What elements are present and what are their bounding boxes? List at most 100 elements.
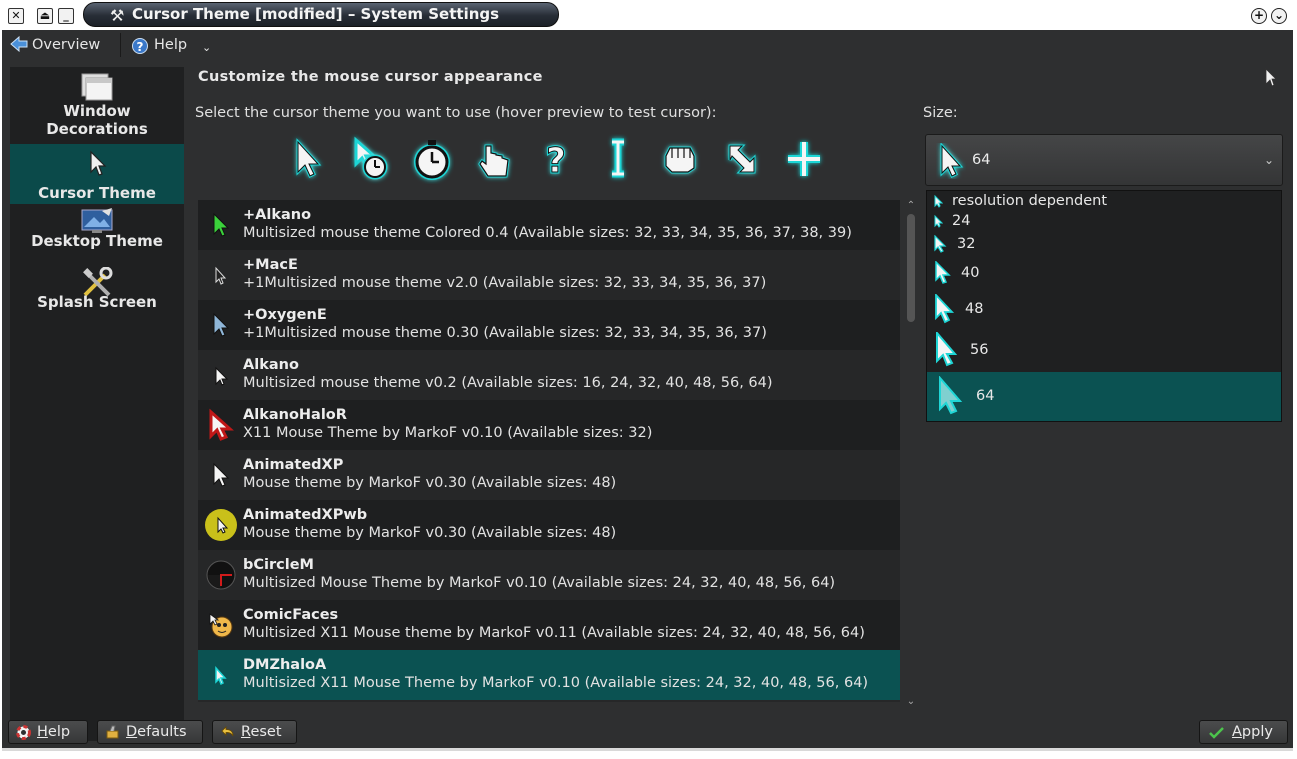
theme-name: DMZhaloA (243, 657, 327, 673)
maximize-button[interactable]: + (1251, 8, 1267, 24)
list-item[interactable]: +MacE +1Multisized mouse theme v2.0 (Ava… (198, 250, 900, 300)
scroll-up-icon[interactable]: ⌃ (904, 200, 918, 212)
sidebar-item-label: Cursor Theme (38, 184, 156, 202)
sidebar-item-desktop-theme[interactable]: Desktop Theme (10, 204, 184, 264)
theme-name: +MacE (243, 257, 298, 273)
apply-button[interactable]: Apply (1199, 720, 1288, 744)
apply-button-label: pply (1241, 724, 1273, 740)
cursor-arrow-icon (1265, 68, 1277, 87)
size-option-label: resolution dependent (952, 193, 1108, 209)
comic-face-cursor-icon (209, 613, 233, 638)
resize-diagonal-cursor-icon (728, 144, 756, 174)
help-icon: ? (132, 38, 148, 54)
undo-arrow-icon (221, 726, 234, 737)
page-title: Customize the mouse cursor appearance (198, 69, 543, 85)
help-cursor-icon: ? ? (545, 140, 568, 183)
crosshair-cursor-icon (788, 142, 820, 176)
size-option[interactable]: 24 (927, 211, 1281, 231)
cursor-size-icon (940, 143, 964, 179)
sidebar: Window Decorations Cursor Theme Desktop … (10, 67, 184, 741)
toolbar: Overview ? Help ⌄ (2, 30, 1293, 60)
theme-name: +Alkano (243, 207, 312, 223)
size-dropdown-list[interactable]: resolution dependent 24 32 40 48 56 64 (926, 190, 1282, 422)
list-item[interactable]: AnimatedXP Mouse theme by MarkoF v0.30 (… (198, 450, 900, 500)
theme-description: +1Multisized mouse theme 0.30 (Available… (243, 325, 767, 341)
list-item[interactable]: bCircleM Multisized Mouse Theme by Marko… (198, 550, 900, 600)
cursor-size-icon (934, 195, 943, 208)
size-option[interactable]: 48 (927, 291, 1281, 329)
close-window-button[interactable]: ✕ (8, 8, 24, 24)
cursor-size-icon (934, 235, 947, 253)
list-item[interactable]: ComicFaces Multisized X11 Mouse theme by… (198, 600, 900, 650)
help-button-mnemonic: H (37, 724, 48, 740)
size-option-label: 32 (957, 236, 976, 252)
cursor-size-icon (935, 261, 951, 284)
theme-name: ComicFaces (243, 607, 339, 623)
help-button[interactable]: Help (8, 720, 88, 744)
theme-description: Multisized X11 Mouse theme by MarkoF v0.… (243, 625, 865, 641)
size-option-selected[interactable]: 64 (927, 372, 1281, 421)
list-item[interactable]: AlkanoHaloR X11 Mouse Theme by MarkoF v0… (198, 400, 900, 450)
size-option[interactable]: 56 (927, 329, 1281, 372)
white-cursor-icon (213, 462, 230, 487)
desktop-theme-icon (81, 208, 113, 233)
theme-description: Multisized Mouse Theme by MarkoF v0.10 (… (243, 575, 836, 591)
list-item-selected[interactable]: DMZhaloA Multisized X11 Mouse Theme by M… (198, 650, 900, 700)
cursor-size-icon (939, 376, 963, 415)
keep-above-button[interactable]: ⏏ (37, 8, 53, 24)
size-combobox[interactable]: 64 ⌄ (925, 134, 1283, 186)
defaults-button-label: efaults (137, 724, 187, 740)
scroll-down-icon[interactable]: ⌄ (904, 696, 918, 708)
size-label: Size: (923, 105, 958, 121)
window-menu-button[interactable]: ⌄ (1271, 8, 1287, 24)
arrow-cursor-icon (296, 138, 322, 179)
size-option[interactable]: 32 (927, 231, 1281, 257)
black-cursor-icon (215, 266, 227, 285)
check-icon (1209, 727, 1224, 739)
defaults-button[interactable]: Defaults (97, 720, 203, 744)
window-title-pill[interactable]: ⚒ Cursor Theme [modified] – System Setti… (83, 2, 559, 27)
theme-description: Mouse theme by MarkoF v0.30 (Available s… (243, 525, 617, 541)
chevron-down-icon[interactable]: ⌄ (202, 38, 211, 58)
help-button-label: elp (47, 724, 71, 740)
reset-button[interactable]: Reset (212, 720, 297, 744)
yellow-circle-cursor-icon (205, 509, 237, 541)
window-title: Cursor Theme [modified] – System Setting… (132, 5, 500, 23)
reset-button-label: eset (250, 724, 282, 740)
toolbar-separator (120, 33, 121, 57)
sidebar-item-cursor-theme[interactable]: Cursor Theme (10, 144, 184, 204)
help-label: Help (154, 37, 188, 53)
wait-cursor-icon (414, 140, 450, 180)
window-decorations-icon (81, 73, 113, 101)
size-option[interactable]: resolution dependent (927, 191, 1281, 211)
list-item[interactable]: +OxygenE +1Multisized mouse theme 0.30 (… (198, 300, 900, 350)
sidebar-item-window-decorations[interactable]: Window Decorations (10, 67, 184, 142)
minimize-button[interactable]: _ (58, 8, 74, 24)
theme-name: bCircleM (243, 557, 314, 573)
overview-button[interactable]: Overview (10, 35, 100, 55)
size-option[interactable]: 40 (927, 257, 1281, 291)
sidebar-item-label: Window (63, 102, 131, 120)
list-item[interactable]: Alkano Multisized mouse theme v0.2 (Avai… (198, 350, 900, 400)
theme-list-scrollbar[interactable]: ⌃ ⌄ (904, 200, 918, 710)
blue-cursor-icon (213, 312, 230, 337)
theme-name: AnimatedXPwb (243, 507, 368, 523)
cursor-preview[interactable]: ? ? (282, 134, 842, 186)
help-menu-button[interactable]: ? Help (132, 35, 187, 55)
size-option-label: 40 (961, 265, 980, 281)
list-item[interactable]: +Alkano Multisized mouse theme Colored 0… (198, 200, 900, 250)
list-item[interactable]: AnimatedXPwb Mouse theme by MarkoF v0.30… (198, 500, 900, 550)
system-settings-icon: ⚒ (110, 6, 125, 25)
cursor-size-icon (936, 332, 958, 367)
defaults-button-mnemonic: D (126, 724, 138, 740)
white-cursor-icon (215, 366, 229, 386)
theme-description: Multisized X11 Mouse Theme by MarkoF v0.… (243, 675, 869, 691)
scrollbar-thumb[interactable] (907, 214, 915, 322)
size-value: 64 (972, 152, 991, 168)
text-cursor-icon (612, 138, 624, 178)
sidebar-item-splash-screen[interactable]: Splash Screen (10, 264, 184, 324)
theme-list[interactable]: +Alkano Multisized mouse theme Colored 0… (198, 200, 900, 702)
cursor-icon (90, 150, 107, 176)
apply-button-mnemonic: A (1232, 724, 1242, 740)
busy-arrow-cursor-icon (354, 136, 388, 180)
